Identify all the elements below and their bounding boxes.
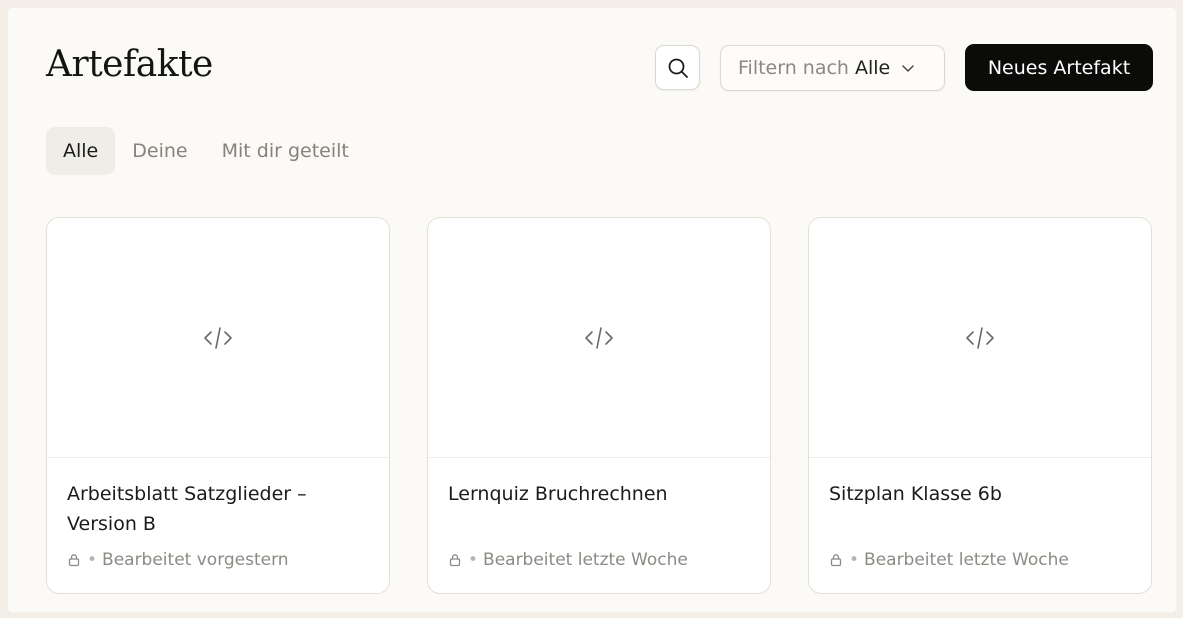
artifact-meta: • Bearbeitet vorgestern (67, 550, 289, 570)
artifact-title[interactable]: Sitzplan Klasse 6b (829, 479, 1129, 509)
artifact-card[interactable]: Arbeitsblatt Satzglieder – Version B • B… (46, 217, 390, 594)
tab-all[interactable]: Alle (46, 127, 116, 174)
search-icon (666, 56, 690, 80)
artifact-edited-time: Bearbeitet letzte Woche (483, 550, 688, 570)
lock-icon (67, 553, 81, 567)
artifact-edited-time: Bearbeitet letzte Woche (864, 550, 1069, 570)
code-icon (202, 324, 234, 352)
artifact-preview[interactable] (47, 218, 389, 458)
separator-dot: • (468, 550, 479, 570)
new-artifact-button[interactable]: Neues Artefakt (965, 44, 1153, 91)
separator-dot: • (849, 550, 860, 570)
artifact-meta: • Bearbeitet letzte Woche (448, 550, 688, 570)
artifact-preview[interactable] (428, 218, 770, 458)
tab-bar: Alle Deine Mit dir geteilt (46, 127, 366, 174)
artifact-meta: • Bearbeitet letzte Woche (829, 550, 1069, 570)
code-icon (583, 324, 615, 352)
page-title: Artefakte (46, 44, 213, 85)
artifact-edited-time: Bearbeitet vorgestern (102, 550, 289, 570)
tab-mine[interactable]: Deine (115, 127, 204, 174)
artifacts-page: Artefakte Filtern nach Alle Neues Artefa… (8, 8, 1176, 612)
artifact-title[interactable]: Arbeitsblatt Satzglieder – Version B (67, 479, 367, 539)
separator-dot: • (87, 550, 98, 570)
tab-shared-with-me[interactable]: Mit dir geteilt (205, 127, 366, 174)
chevron-down-icon (900, 60, 916, 76)
lock-icon (829, 553, 843, 567)
artifact-title[interactable]: Lernquiz Bruchrechnen (448, 479, 748, 509)
artifact-card[interactable]: Lernquiz Bruchrechnen • Bearbeitet letzt… (427, 217, 771, 594)
code-icon (964, 324, 996, 352)
lock-icon (448, 553, 462, 567)
filter-label: Filtern nach (738, 57, 849, 79)
artifact-card[interactable]: Sitzplan Klasse 6b • Bearbeitet letzte W… (808, 217, 1152, 594)
filter-selected-value: Alle (854, 57, 891, 79)
filter-dropdown[interactable]: Filtern nach Alle (720, 45, 945, 91)
search-button[interactable] (655, 45, 700, 90)
artifact-preview[interactable] (809, 218, 1151, 458)
